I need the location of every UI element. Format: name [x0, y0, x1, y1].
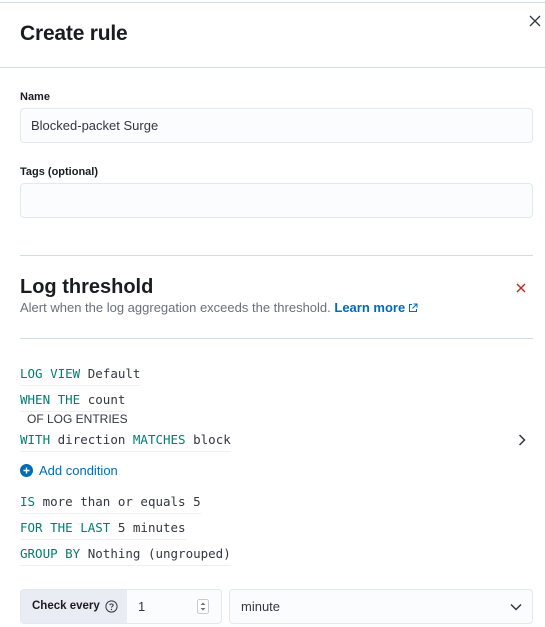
chevron-down-icon	[510, 603, 522, 611]
when-keyword: WHEN THE	[20, 392, 81, 407]
group-by-keyword: GROUP BY	[20, 546, 81, 561]
log-view-value: Default	[87, 366, 141, 381]
interval-unit-value: minute	[241, 599, 281, 614]
plus-in-circle-icon	[20, 464, 33, 477]
tags-input[interactable]	[20, 183, 533, 218]
top-border	[0, 2, 545, 3]
with-expression[interactable]: WITH direction MATCHES block	[20, 432, 231, 452]
with-field: direction	[57, 432, 126, 447]
close-icon[interactable]	[527, 13, 543, 29]
section-divider	[20, 255, 533, 256]
when-expression[interactable]: WHEN THE count	[20, 392, 126, 412]
group-by-expression[interactable]: GROUP BY Nothing (ungrouped)	[20, 546, 231, 566]
log-view-expression[interactable]: LOG VIEW Default	[20, 366, 141, 386]
remove-rule-type-icon[interactable]	[515, 282, 527, 294]
description-text: Alert when the log aggregation exceeds t…	[20, 300, 331, 315]
for-the-last-expression[interactable]: FOR THE LAST 5 minutes	[20, 520, 186, 540]
add-condition-label: Add condition	[39, 463, 118, 478]
when-value: count	[87, 392, 126, 407]
expression-divider	[20, 338, 533, 339]
external-link-icon	[409, 303, 418, 312]
rule-type-description: Alert when the log aggregation exceeds t…	[20, 300, 418, 315]
flyout-title: Create rule	[20, 22, 128, 45]
of-log-entries-label: OF LOG ENTRIES	[27, 412, 128, 426]
interval-input[interactable]: 1	[138, 590, 145, 623]
name-input[interactable]	[20, 108, 533, 143]
log-view-keyword: LOG VIEW	[20, 366, 81, 381]
with-value: block	[193, 432, 231, 447]
is-expression[interactable]: IS more than or equals 5	[20, 494, 201, 514]
number-stepper-icon[interactable]	[197, 599, 209, 614]
add-condition-button[interactable]: Add condition	[20, 463, 118, 478]
chevron-right-icon[interactable]	[517, 433, 527, 447]
rule-type-title: Log threshold	[20, 276, 154, 298]
interval-unit-select[interactable]: minute	[229, 589, 533, 624]
group-by-value: Nothing (ungrouped)	[87, 546, 231, 561]
tags-label: Tags (optional)	[20, 166, 99, 178]
check-every-group: Check every 1	[20, 589, 222, 624]
is-keyword: IS	[20, 494, 36, 509]
for-the-last-keyword: FOR THE LAST	[20, 520, 111, 535]
learn-more-label: Learn more	[334, 300, 406, 315]
question-icon[interactable]	[105, 600, 118, 613]
learn-more-link[interactable]: Learn more	[334, 300, 418, 315]
header-divider	[0, 67, 545, 68]
is-value: more than or equals 5	[42, 494, 201, 509]
with-keyword: WITH	[20, 432, 51, 447]
check-every-text: Check every	[32, 600, 100, 612]
with-operator: MATCHES	[132, 432, 186, 447]
name-label: Name	[20, 91, 50, 103]
for-the-last-value: 5 minutes	[117, 520, 186, 535]
